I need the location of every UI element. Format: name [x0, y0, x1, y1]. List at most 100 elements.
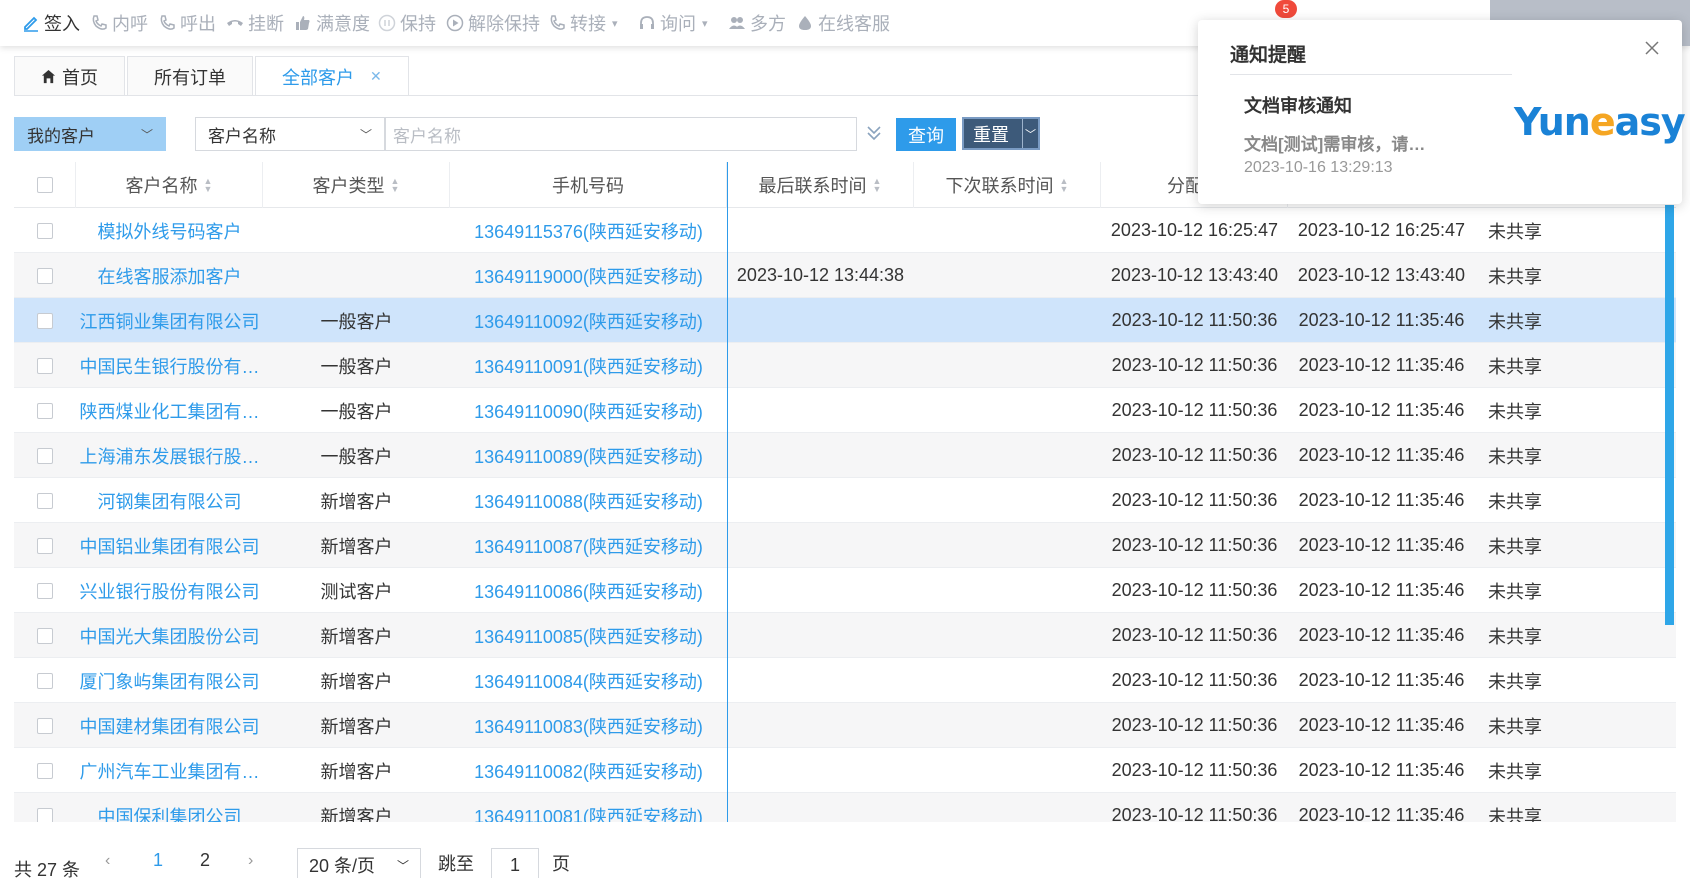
cell-phone[interactable]: 13649110088(陕西延安移动) [474, 488, 703, 514]
jump-page-input[interactable]: 1 [491, 848, 539, 878]
unhold-button[interactable]: 解除保持 [446, 10, 540, 36]
page-size-select[interactable]: 20 条/页 ﹀ [297, 848, 421, 878]
table-row[interactable]: 陕西煤业化工集团有… 一般客户 13649110090(陕西延安移动) 2023-10… [14, 388, 1676, 433]
consult-button[interactable]: 询问 ▾ [638, 10, 708, 36]
table-row[interactable]: 在线客服添加客户 13649119000(陕西延安移动) 2023-10-12 13… [14, 253, 1676, 298]
tab-all-orders[interactable]: 所有订单 [127, 56, 253, 96]
row-checkbox[interactable] [37, 402, 53, 419]
select-all-checkbox[interactable] [36, 177, 53, 193]
online-service-button[interactable]: 在线客服 [796, 10, 890, 36]
row-checkbox[interactable] [37, 627, 53, 644]
cell-phone[interactable]: 13649110086(陕西延安移动) [474, 578, 703, 604]
row-checkbox[interactable] [37, 267, 53, 284]
page-2-button[interactable]: 2 [200, 850, 210, 871]
cell-name[interactable]: 在线客服添加客户 [98, 263, 242, 289]
table-row[interactable]: 江西铜业集团有限公司 一般客户 13649110092(陕西延安移动) 2023-10… [14, 298, 1676, 343]
cell-phone[interactable]: 13649110089(陕西延安移动) [474, 443, 703, 469]
cell-phone[interactable]: 13649110091(陕西延安移动) [474, 353, 703, 379]
query-button[interactable]: 查询 [896, 118, 956, 151]
sort-icon[interactable]: ▲ ▼ [1060, 177, 1069, 194]
cell-name[interactable]: 上海浦东发展银行股… [80, 443, 260, 469]
header-last-contact[interactable]: 最后联系时间 ▲ ▼ [727, 162, 914, 208]
header-customer-name[interactable]: 客户名称 ▲ ▼ [76, 162, 263, 208]
sort-icon[interactable]: ▲ ▼ [391, 177, 400, 194]
cell-name[interactable]: 中国铝业集团有限公司 [80, 533, 260, 559]
cell-name[interactable]: 中国建材集团有限公司 [80, 713, 260, 739]
tab-home[interactable]: 首页 [14, 56, 125, 96]
table-row[interactable]: 模拟外线号码客户 13649115376(陕西延安移动) 2023-10-12 16… [14, 208, 1676, 253]
cell-phone[interactable]: 13649119000(陕西延安移动) [474, 263, 703, 289]
field-select[interactable]: 客户名称 ﹀ [195, 117, 385, 151]
cell-phone[interactable]: 13649110085(陕西延安移动) [474, 623, 703, 649]
row-checkbox[interactable] [37, 672, 53, 689]
table-row[interactable]: 中国民生银行股份有… 一般客户 13649110091(陕西延安移动) 2023-10… [14, 343, 1676, 388]
hold-button[interactable]: 保持 [378, 10, 436, 36]
cell-phone[interactable]: 13649110082(陕西延安移动) [474, 758, 703, 784]
page-1-button[interactable]: 1 [153, 850, 163, 871]
cell-name[interactable]: 模拟外线号码客户 [98, 218, 242, 244]
row-checkbox[interactable] [37, 807, 53, 822]
cell-type: 一般客户 [320, 446, 393, 467]
header-next-contact[interactable]: 下次联系时间 ▲ ▼ [914, 162, 1101, 208]
row-checkbox[interactable] [37, 447, 53, 464]
next-page-icon[interactable]: › [248, 852, 253, 870]
header-customer-type[interactable]: 客户类型 ▲ ▼ [263, 162, 450, 208]
prev-page-icon[interactable]: ‹ [105, 852, 110, 870]
cell-name[interactable]: 广州汽车工业集团有… [80, 758, 260, 784]
row-checkbox[interactable] [37, 222, 53, 239]
cell-phone[interactable]: 13649110090(陕西延安移动) [474, 398, 703, 424]
cell-phone[interactable]: 13649110084(陕西延安移动) [474, 668, 703, 694]
row-checkbox[interactable] [37, 762, 53, 779]
cell-name[interactable]: 中国民生银行股份有… [80, 353, 260, 379]
table-row[interactable]: 中国保利集团公司 新增客户 13649110081(陕西延安移动) 2023-10-1… [14, 793, 1676, 822]
notification-heading[interactable]: 文档审核通知 [1244, 92, 1352, 118]
table-row[interactable]: 中国铝业集团有限公司 新增客户 13649110087(陕西延安移动) 2023-10… [14, 523, 1676, 568]
satisfaction-button[interactable]: 满意度 [294, 10, 370, 36]
cell-name-container: 中国光大集团股份公司 [76, 613, 263, 658]
cell-phone[interactable]: 13649110092(陕西延安移动) [474, 308, 703, 334]
table-row[interactable]: 中国建材集团有限公司 新增客户 13649110083(陕西延安移动) 2023-10… [14, 703, 1676, 748]
cell-name[interactable]: 河钢集团有限公司 [98, 488, 242, 514]
expand-filter-icon[interactable] [866, 124, 882, 145]
tab-all-customers[interactable]: 全部客户 ✕ [255, 56, 409, 96]
cell-name[interactable]: 中国保利集团公司 [98, 803, 242, 823]
close-icon[interactable] [1644, 40, 1660, 56]
table-row[interactable]: 中国光大集团股份公司 新增客户 13649110085(陕西延安移动) 2023-10… [14, 613, 1676, 658]
row-checkbox[interactable] [37, 312, 53, 329]
cell-name[interactable]: 中国光大集团股份公司 [80, 623, 260, 649]
cell-name[interactable]: 厦门象屿集团有限公司 [80, 668, 260, 694]
hang-up-button[interactable]: 挂断 [226, 10, 284, 36]
conference-button[interactable]: 多方 [728, 10, 786, 36]
sign-in-button[interactable]: 签入 [22, 10, 80, 36]
cell-phone[interactable]: 13649115376(陕西延安移动) [474, 218, 703, 244]
row-checkbox[interactable] [37, 492, 53, 509]
transfer-button[interactable]: 转接 ▾ [548, 10, 618, 36]
row-checkbox[interactable] [37, 537, 53, 554]
vertical-scrollbar[interactable] [1665, 205, 1674, 625]
cell-name[interactable]: 兴业银行股份有限公司 [80, 578, 260, 604]
cell-name[interactable]: 陕西煤业化工集团有… [80, 398, 260, 424]
search-input[interactable]: 客户名称 [385, 117, 857, 151]
cell-type: 新增客户 [320, 806, 393, 823]
row-checkbox[interactable] [37, 582, 53, 599]
notification-body[interactable]: 文档[测试]需审核，请… [1244, 130, 1464, 155]
chevron-down-icon[interactable]: ﹀ [1022, 119, 1038, 148]
table-row[interactable]: 上海浦东发展银行股… 一般客户 13649110089(陕西延安移动) 2023-10… [14, 433, 1676, 478]
table-row[interactable]: 广州汽车工业集团有… 新增客户 13649110082(陕西延安移动) 2023-10… [14, 748, 1676, 793]
internal-call-button[interactable]: 内呼 [90, 10, 148, 36]
cell-phone[interactable]: 13649110083(陕西延安移动) [474, 713, 703, 739]
reset-button[interactable]: 重置 ﹀ [962, 117, 1040, 150]
cell-name[interactable]: 江西铜业集团有限公司 [80, 308, 260, 334]
cell-phone[interactable]: 13649110081(陕西延安移动) [474, 803, 703, 823]
close-icon[interactable]: ✕ [370, 68, 382, 85]
row-checkbox[interactable] [37, 357, 53, 374]
table-row[interactable]: 兴业银行股份有限公司 测试客户 13649110086(陕西延安移动) 2023-10… [14, 568, 1676, 613]
sort-icon[interactable]: ▲ ▼ [873, 177, 882, 194]
sort-icon[interactable]: ▲ ▼ [204, 177, 213, 194]
outbound-call-button[interactable]: 呼出 [158, 10, 216, 36]
scope-select[interactable]: 我的客户 ﹀ [14, 117, 166, 151]
row-checkbox[interactable] [37, 717, 53, 734]
table-row[interactable]: 河钢集团有限公司 新增客户 13649110088(陕西延安移动) 2023-10-1… [14, 478, 1676, 523]
cell-phone[interactable]: 13649110087(陕西延安移动) [474, 533, 703, 559]
table-row[interactable]: 厦门象屿集团有限公司 新增客户 13649110084(陕西延安移动) 2023-10… [14, 658, 1676, 703]
